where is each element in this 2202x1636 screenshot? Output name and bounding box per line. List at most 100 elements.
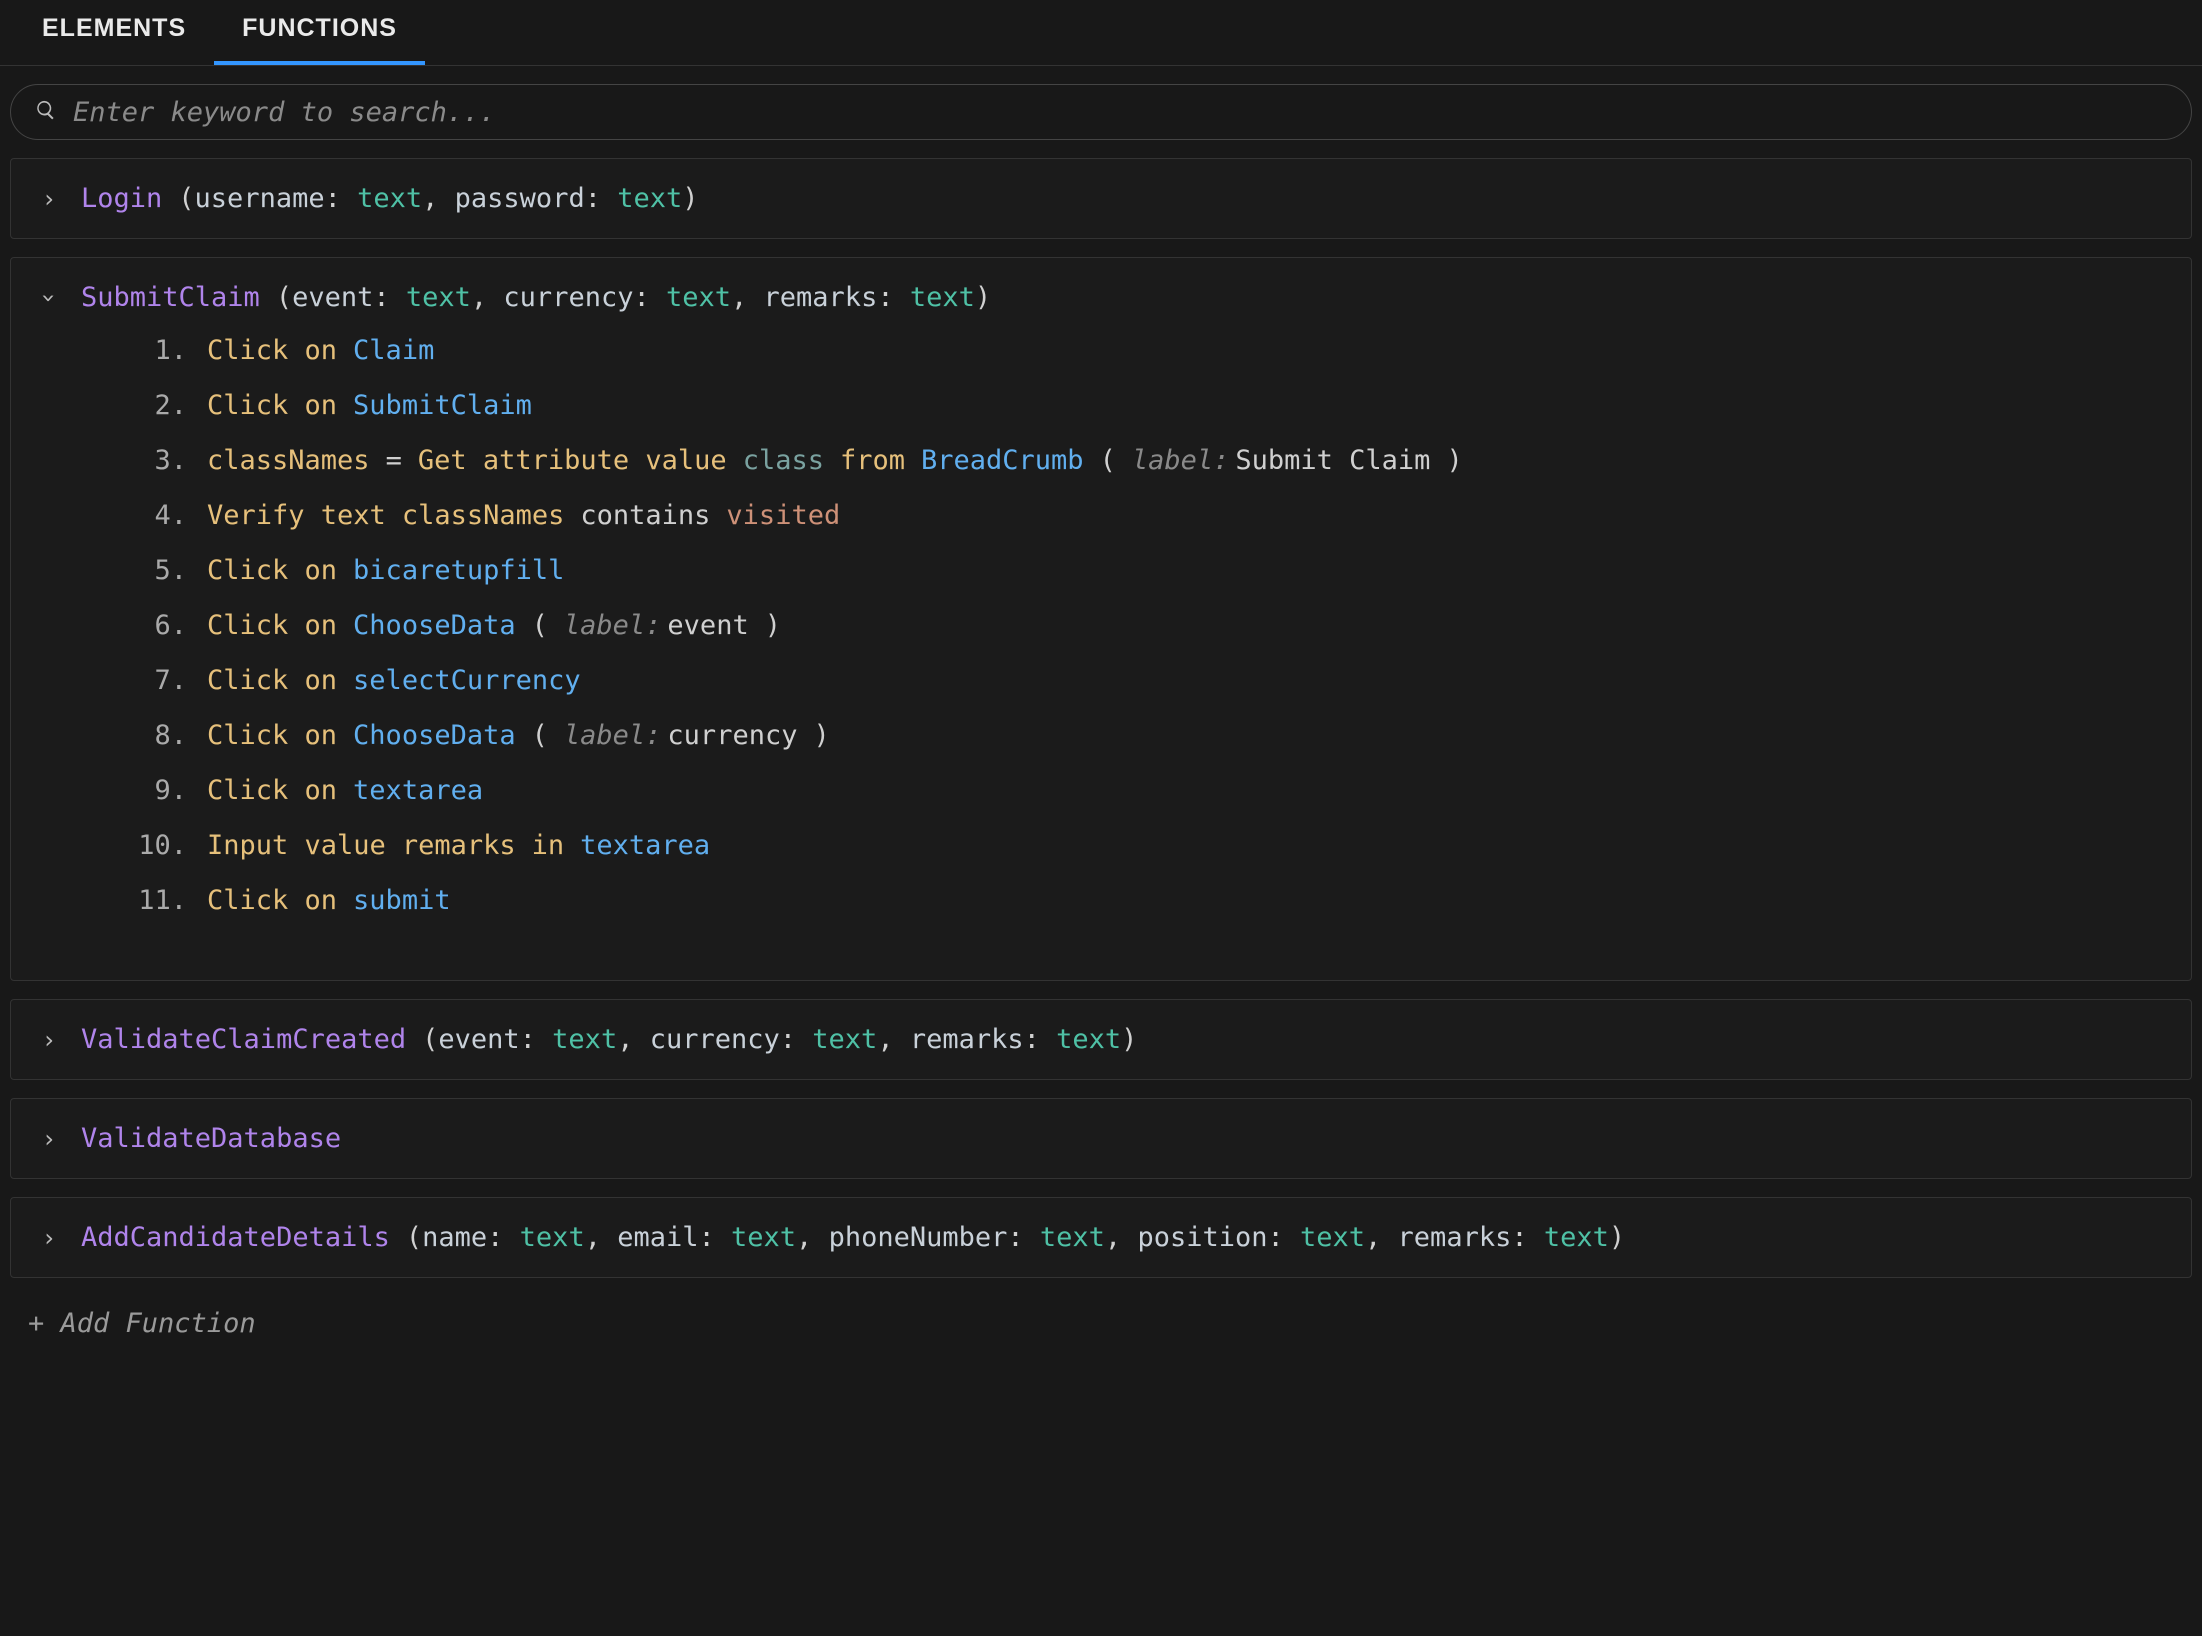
- step-token: bicaretupfill: [353, 555, 580, 586]
- step-token: Click on: [207, 555, 353, 586]
- step-list: 1. Click on Claim 2. Click on SubmitClai…: [129, 335, 2163, 916]
- step-token: Click on: [207, 390, 353, 421]
- step-token: ): [765, 610, 781, 641]
- step-token: class: [743, 445, 840, 476]
- param-type: text: [552, 1024, 617, 1055]
- param-type: text: [666, 282, 731, 313]
- step-row[interactable]: 2. Click on SubmitClaim: [129, 390, 2163, 421]
- param-type: text: [1056, 1024, 1121, 1055]
- step-row[interactable]: 1. Click on Claim: [129, 335, 2163, 366]
- param-name: remarks: [1398, 1222, 1512, 1253]
- step-number: 2.: [129, 390, 207, 421]
- function-header-submitclaim[interactable]: › SubmitClaim ( event: text, currency: t…: [39, 282, 2163, 313]
- step-token: label:: [564, 720, 662, 751]
- step-number: 9.: [129, 775, 207, 806]
- step-number: 11.: [129, 885, 207, 916]
- param-name: remarks: [910, 1024, 1024, 1055]
- param-type: text: [406, 282, 471, 313]
- step-token: Submit Claim: [1229, 445, 1446, 476]
- step-token: Verify text: [207, 500, 402, 531]
- step-token: (: [532, 720, 564, 751]
- function-name: ValidateClaimCreated: [81, 1024, 422, 1055]
- step-number: 4.: [129, 500, 207, 531]
- step-token: visited: [726, 500, 856, 531]
- step-token: Click on: [207, 335, 353, 366]
- function-header-addcandidatedetails[interactable]: › AddCandidateDetails ( name: text, emai…: [39, 1222, 2163, 1253]
- step-row[interactable]: 11. Click on submit: [129, 885, 2163, 916]
- step-row[interactable]: 9. Click on textarea: [129, 775, 2163, 806]
- step-token: textarea: [353, 775, 499, 806]
- tab-bar: ELEMENTS FUNCTIONS: [0, 0, 2202, 66]
- step-token: ): [1446, 445, 1462, 476]
- tab-functions[interactable]: FUNCTIONS: [214, 0, 425, 65]
- param-type: text: [520, 1222, 585, 1253]
- function-header-login[interactable]: › Login ( username: text, password: text…: [39, 183, 2163, 214]
- step-number: 1.: [129, 335, 207, 366]
- param-name: event: [438, 1024, 519, 1055]
- step-row[interactable]: 7. Click on selectCurrency: [129, 665, 2163, 696]
- step-token: from: [840, 445, 921, 476]
- param-type: text: [1300, 1222, 1365, 1253]
- chevron-right-icon: ›: [39, 185, 59, 213]
- search-bar[interactable]: [10, 84, 2192, 140]
- step-token: classNames: [402, 500, 581, 531]
- function-name: SubmitClaim: [81, 282, 276, 313]
- step-token: classNames: [207, 445, 386, 476]
- param-type: text: [617, 183, 682, 214]
- step-number: 3.: [129, 445, 207, 476]
- step-number: 10.: [129, 830, 207, 861]
- param-name: position: [1137, 1222, 1267, 1253]
- step-row[interactable]: 3. classNames = Get attribute value clas…: [129, 445, 2163, 476]
- step-number: 6.: [129, 610, 207, 641]
- tab-elements[interactable]: ELEMENTS: [14, 0, 214, 65]
- step-token: label:: [564, 610, 662, 641]
- step-token: remarks: [402, 830, 532, 861]
- step-token: currency: [661, 720, 813, 751]
- step-token: BreadCrumb: [921, 445, 1100, 476]
- param-type: text: [812, 1024, 877, 1055]
- chevron-right-icon: ›: [39, 1224, 59, 1252]
- step-row[interactable]: 5. Click on bicaretupfill: [129, 555, 2163, 586]
- function-card-login: › Login ( username: text, password: text…: [10, 158, 2192, 239]
- step-number: 8.: [129, 720, 207, 751]
- function-header-validatedatabase[interactable]: › ValidateDatabase: [39, 1123, 2163, 1154]
- step-token: Click on: [207, 720, 353, 751]
- step-token: textarea: [580, 830, 726, 861]
- param-type: text: [1544, 1222, 1609, 1253]
- chevron-down-icon: ›: [35, 288, 63, 308]
- param-type: text: [357, 183, 422, 214]
- step-token: label:: [1132, 445, 1230, 476]
- function-card-submitclaim: › SubmitClaim ( event: text, currency: t…: [10, 257, 2192, 981]
- step-row[interactable]: 8. Click on ChooseData ( label: currency…: [129, 720, 2163, 751]
- step-row[interactable]: 6. Click on ChooseData ( label: event ): [129, 610, 2163, 641]
- step-token: (: [1100, 445, 1132, 476]
- step-token: Claim: [353, 335, 450, 366]
- function-header-validateclaimcreated[interactable]: › ValidateClaimCreated ( event: text, cu…: [39, 1024, 2163, 1055]
- step-row[interactable]: 4. Verify text classNames contains visit…: [129, 500, 2163, 531]
- param-name: password: [455, 183, 585, 214]
- step-token: SubmitClaim: [353, 390, 548, 421]
- step-row[interactable]: 10. Input value remarks in textarea: [129, 830, 2163, 861]
- step-token: selectCurrency: [353, 665, 597, 696]
- param-name: event: [292, 282, 373, 313]
- step-token: =: [386, 445, 418, 476]
- step-token: event: [661, 610, 764, 641]
- step-token: Click on: [207, 775, 353, 806]
- param-name: currency: [503, 282, 633, 313]
- function-name: Login: [81, 183, 178, 214]
- step-token: (: [532, 610, 564, 641]
- function-card-addcandidatedetails: › AddCandidateDetails ( name: text, emai…: [10, 1197, 2192, 1278]
- step-token: submit: [353, 885, 467, 916]
- param-name: currency: [650, 1024, 780, 1055]
- search-input[interactable]: [73, 97, 2167, 128]
- param-name: email: [617, 1222, 698, 1253]
- step-token: Input value: [207, 830, 402, 861]
- step-token: ChooseData: [353, 610, 532, 641]
- add-function-button[interactable]: + Add Function: [0, 1278, 2202, 1339]
- chevron-right-icon: ›: [39, 1026, 59, 1054]
- step-token: contains: [580, 500, 726, 531]
- param-type: text: [910, 282, 975, 313]
- param-type: text: [731, 1222, 796, 1253]
- param-name: remarks: [764, 282, 878, 313]
- step-token: in: [532, 830, 581, 861]
